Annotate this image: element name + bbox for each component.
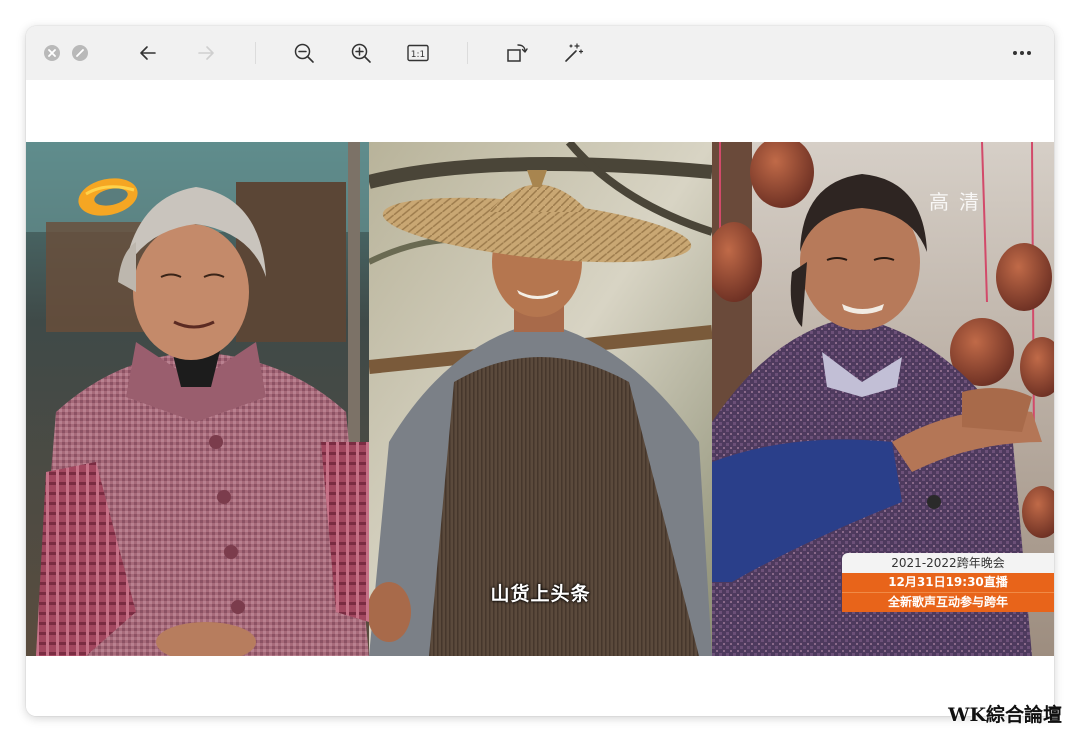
promo-tagline: 全新歌声互动参与跨年 bbox=[842, 593, 1054, 612]
forward-button[interactable] bbox=[192, 39, 220, 67]
arrow-left-icon bbox=[140, 46, 156, 60]
rotate-button[interactable] bbox=[503, 39, 531, 67]
actual-size-label: 1:1 bbox=[411, 50, 425, 60]
forum-watermark: WK綜合論壇 bbox=[948, 704, 1062, 726]
promo-title: 2021-2022跨年晚会 bbox=[842, 553, 1054, 573]
close-icon bbox=[48, 49, 56, 57]
magic-wand-icon bbox=[565, 43, 584, 62]
elderly-woman-photo bbox=[26, 142, 369, 656]
enhance-button[interactable] bbox=[560, 39, 588, 67]
back-button[interactable] bbox=[134, 39, 162, 67]
more-button[interactable] bbox=[1008, 39, 1036, 67]
rotate-icon bbox=[507, 44, 528, 62]
actual-size-icon: 1:1 bbox=[407, 44, 429, 62]
toolbar: 1:1 bbox=[26, 26, 1054, 80]
image-viewer-window: 1:1 山货上头条 高清 2021-2022跨年晚会 12月31日19:30直播… bbox=[26, 26, 1054, 716]
toolbar-divider bbox=[467, 42, 468, 64]
zoom-out-button[interactable] bbox=[290, 39, 318, 67]
hd-badge: 高清 bbox=[929, 190, 989, 214]
photo-panel-right: 高清 2021-2022跨年晚会 12月31日19:30直播 全新歌声互动参与跨… bbox=[712, 142, 1054, 656]
displayed-image[interactable]: 山货上头条 高清 2021-2022跨年晚会 12月31日19:30直播 全新歌… bbox=[26, 142, 1054, 656]
promo-time: 12月31日19:30直播 bbox=[842, 573, 1054, 593]
photo-panel-left bbox=[26, 142, 369, 656]
zoom-in-icon bbox=[351, 43, 371, 63]
minimize-button[interactable] bbox=[72, 45, 88, 61]
broadcast-promo-banner: 2021-2022跨年晚会 12月31日19:30直播 全新歌声互动参与跨年 bbox=[842, 553, 1054, 612]
video-subtitle: 山货上头条 bbox=[490, 583, 591, 605]
actual-size-button[interactable]: 1:1 bbox=[404, 39, 432, 67]
photo-panel-middle: 山货上头条 bbox=[369, 142, 712, 656]
zoom-out-icon bbox=[294, 43, 314, 63]
more-icon bbox=[1013, 51, 1031, 55]
toolbar-divider bbox=[255, 42, 256, 64]
close-button[interactable] bbox=[44, 45, 60, 61]
arrow-right-icon bbox=[198, 46, 214, 60]
minimize-icon bbox=[76, 49, 84, 57]
zoom-in-button[interactable] bbox=[347, 39, 375, 67]
image-canvas: 山货上头条 高清 2021-2022跨年晚会 12月31日19:30直播 全新歌… bbox=[26, 80, 1054, 716]
